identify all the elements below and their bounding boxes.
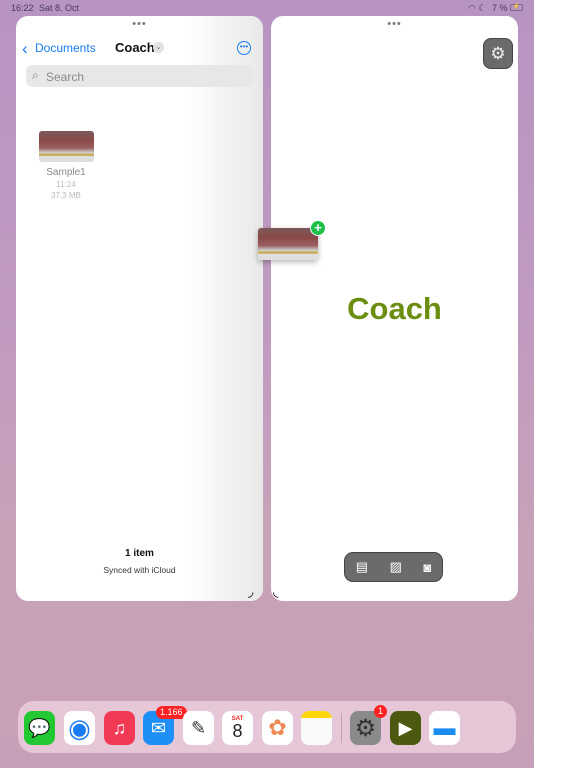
file-size: 37,3 MB <box>51 191 81 200</box>
status-time: 16:22 <box>11 3 34 13</box>
files-icon[interactable]: ▬ <box>429 711 460 745</box>
status-battery: 7 % <box>492 3 508 13</box>
chevron-down-icon[interactable]: ⌄ <box>153 42 164 53</box>
music-icon[interactable]: ♫ <box>104 711 135 745</box>
document-icon[interactable]: ▤ <box>356 559 368 575</box>
coach-app-icon[interactable]: ▶ <box>390 711 421 745</box>
resize-handle[interactable]: ◟ <box>273 583 278 600</box>
dock: 💬 ◉ ♫ ✉ 1.166 ✎ SAT 8 ✿ ⚙ 1 ▶ ▬ <box>18 701 516 753</box>
coach-title: Coach <box>347 291 442 326</box>
freeform-icon[interactable]: ✎ <box>183 711 214 745</box>
calendar-icon[interactable]: SAT 8 <box>222 711 253 745</box>
battery-icon: ⚡ <box>510 4 523 11</box>
notes-icon[interactable] <box>301 711 332 745</box>
status-date: Sat 8. Oct <box>39 3 80 13</box>
multitasking-handle[interactable]: ••• <box>132 19 147 30</box>
file-time: 11:24 <box>56 180 76 189</box>
sync-status: Synced with iCloud <box>103 565 176 575</box>
media-toolbar: ▤ ▨ ◙ <box>344 552 443 582</box>
add-icon: + <box>310 220 326 236</box>
wifi-icon: ◠ ☾ <box>468 3 487 13</box>
search-icon: ⌕ <box>32 68 39 82</box>
files-window: ••• ‹ Documents Coach ⌄ ••• ⌕ Search Sam… <box>16 16 263 601</box>
file-item[interactable]: Sample1 11:24 37,3 MB <box>21 131 111 200</box>
resize-handle[interactable]: ◞ <box>248 583 253 600</box>
dock-divider <box>341 713 342 743</box>
item-count: 1 item <box>125 548 154 559</box>
more-icon[interactable]: ••• <box>237 41 251 55</box>
settings-button[interactable]: ⚙ <box>483 38 513 69</box>
multitasking-handle[interactable]: ••• <box>387 19 402 30</box>
file-thumbnail <box>38 131 94 162</box>
folder-title[interactable]: Coach <box>115 40 155 55</box>
photo-library-icon[interactable]: ▨ <box>390 559 402 575</box>
chevron-left-icon[interactable]: ‹ <box>22 39 28 59</box>
coach-window: ••• ⚙ Coach ▤ ▨ ◙ ◟ <box>271 16 518 601</box>
settings-badge: 1 <box>374 705 388 718</box>
camera-icon[interactable]: ◙ <box>423 560 431 575</box>
dragged-file-preview[interactable] <box>258 228 318 260</box>
mail-badge: 1.166 <box>156 706 187 719</box>
search-input[interactable]: ⌕ Search <box>26 65 253 87</box>
file-name: Sample1 <box>46 167 86 178</box>
safari-icon[interactable]: ◉ <box>64 711 95 745</box>
back-button[interactable]: Documents <box>35 41 96 55</box>
messages-icon[interactable]: 💬 <box>24 711 55 745</box>
photos-icon[interactable]: ✿ <box>262 711 293 745</box>
